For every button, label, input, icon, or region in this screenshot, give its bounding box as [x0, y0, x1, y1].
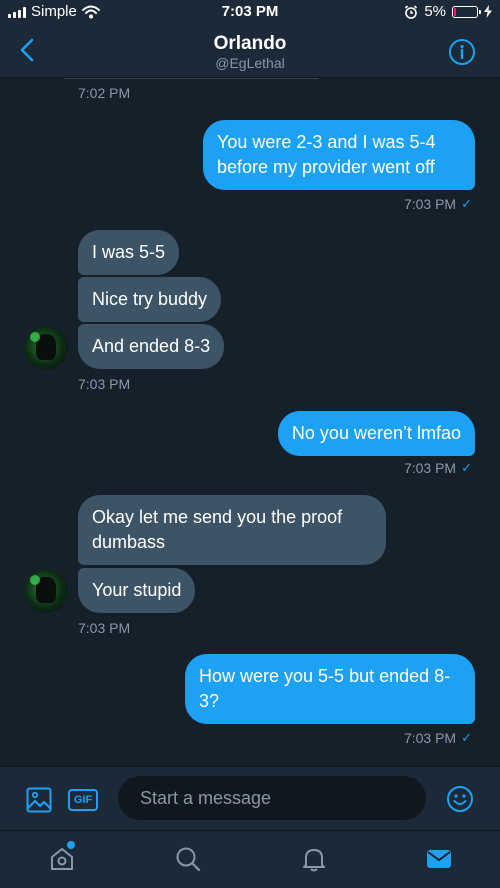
- previous-message-edge: [64, 78, 319, 79]
- search-icon: [176, 847, 201, 872]
- received-message[interactable]: I was 5-5: [78, 230, 180, 275]
- message-timestamp: 7:03 PM: [78, 376, 131, 392]
- contact-name[interactable]: Orlando: [0, 33, 500, 55]
- smiley-icon[interactable]: [446, 785, 474, 813]
- read-check-icon: ✓: [461, 196, 472, 211]
- charging-bolt-icon: [484, 5, 492, 18]
- battery-icon: [452, 5, 481, 18]
- home-icon: [51, 848, 73, 870]
- message-composer: GIF: [0, 766, 500, 830]
- timestamp-text: 7:03 PM: [403, 196, 457, 212]
- tab-messages[interactable]: [425, 845, 453, 873]
- tab-home[interactable]: [48, 841, 76, 873]
- tab-bar: [0, 830, 500, 888]
- tab-search[interactable]: [174, 845, 202, 873]
- image-icon[interactable]: [26, 787, 52, 813]
- avatar[interactable]: [24, 326, 68, 370]
- contact-handle[interactable]: @EgLethal: [0, 55, 500, 71]
- timestamp-text: 7:03 PM: [403, 730, 457, 746]
- gif-button[interactable]: GIF: [68, 789, 98, 811]
- mail-icon: [427, 850, 451, 868]
- sent-message[interactable]: How were you 5-5 but ended 8-3?: [185, 654, 475, 724]
- message-input[interactable]: [118, 776, 426, 820]
- received-message[interactable]: And ended 8-3: [78, 324, 225, 369]
- notification-dot: [67, 841, 75, 849]
- received-message[interactable]: Okay let me send you the proof dumbass: [78, 495, 386, 565]
- status-right: 5%: [404, 3, 492, 20]
- status-bar: Simple 7:03 PM 5%: [0, 0, 500, 24]
- alarm-icon: [405, 4, 418, 19]
- info-icon[interactable]: [448, 38, 476, 66]
- message-timestamp: 7:03 PM ✓: [404, 460, 472, 476]
- read-check-icon: ✓: [461, 460, 472, 475]
- timestamp-text: 7:03 PM: [403, 460, 457, 476]
- message-timestamp: 7:03 PM ✓: [404, 730, 472, 746]
- sent-message[interactable]: You were 2-3 and I was 5-4 before my pro…: [203, 120, 475, 190]
- conversation-header: Orlando @EgLethal: [0, 24, 500, 78]
- received-message[interactable]: Nice try buddy: [78, 277, 222, 322]
- message-timestamp: 7:03 PM ✓: [404, 196, 472, 212]
- message-timestamp: 7:03 PM: [78, 620, 131, 636]
- bell-icon: [303, 849, 325, 872]
- tab-notifications[interactable]: [300, 845, 328, 873]
- read-check-icon: ✓: [461, 730, 472, 745]
- sent-message[interactable]: No you weren’t lmfao: [277, 411, 475, 456]
- message-timestamp: 7:02 PM: [78, 85, 131, 101]
- battery-percent: 5%: [424, 3, 446, 20]
- received-message[interactable]: Your stupid: [78, 568, 196, 613]
- message-list[interactable]: 7:02 PM You were 2-3 and I was 5-4 befor…: [0, 78, 500, 766]
- avatar[interactable]: [24, 569, 68, 613]
